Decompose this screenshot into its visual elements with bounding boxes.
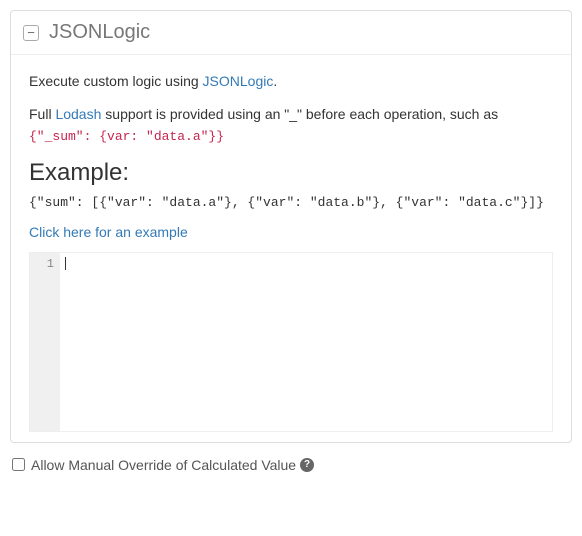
- example-code: {"sum": [{"var": "data.a"}, {"var": "dat…: [29, 195, 553, 210]
- panel-header: − JSONLogic: [11, 11, 571, 55]
- line-number: 1: [34, 257, 54, 271]
- cursor-icon: [65, 257, 66, 270]
- editor-textarea[interactable]: [60, 253, 552, 431]
- override-label: Allow Manual Override of Calculated Valu…: [31, 457, 296, 473]
- code-editor[interactable]: 1: [29, 252, 553, 432]
- editor-gutter: 1: [30, 253, 60, 431]
- collapse-toggle-icon[interactable]: −: [23, 25, 39, 41]
- override-row: Allow Manual Override of Calculated Valu…: [0, 443, 582, 473]
- lodash-link[interactable]: Lodash: [55, 106, 101, 122]
- example-heading: Example:: [29, 159, 553, 187]
- description-line-1: Execute custom logic using JSONLogic.: [29, 71, 553, 92]
- text: support is provided using an "_" before …: [101, 106, 498, 122]
- text: Full: [29, 106, 55, 122]
- jsonlogic-link[interactable]: JSONLogic: [203, 73, 274, 89]
- example-link[interactable]: Click here for an example: [29, 224, 188, 240]
- inline-code: {"_sum": {var: "data.a"}}: [29, 129, 224, 144]
- panel-body: Execute custom logic using JSONLogic. Fu…: [11, 55, 571, 442]
- description-line-2: Full Lodash support is provided using an…: [29, 104, 553, 147]
- override-checkbox[interactable]: [12, 458, 25, 471]
- text: Execute custom logic using: [29, 73, 203, 89]
- panel-title: JSONLogic: [49, 21, 150, 44]
- text: .: [273, 73, 277, 89]
- jsonlogic-panel: − JSONLogic Execute custom logic using J…: [10, 10, 572, 443]
- help-icon[interactable]: ?: [300, 458, 314, 472]
